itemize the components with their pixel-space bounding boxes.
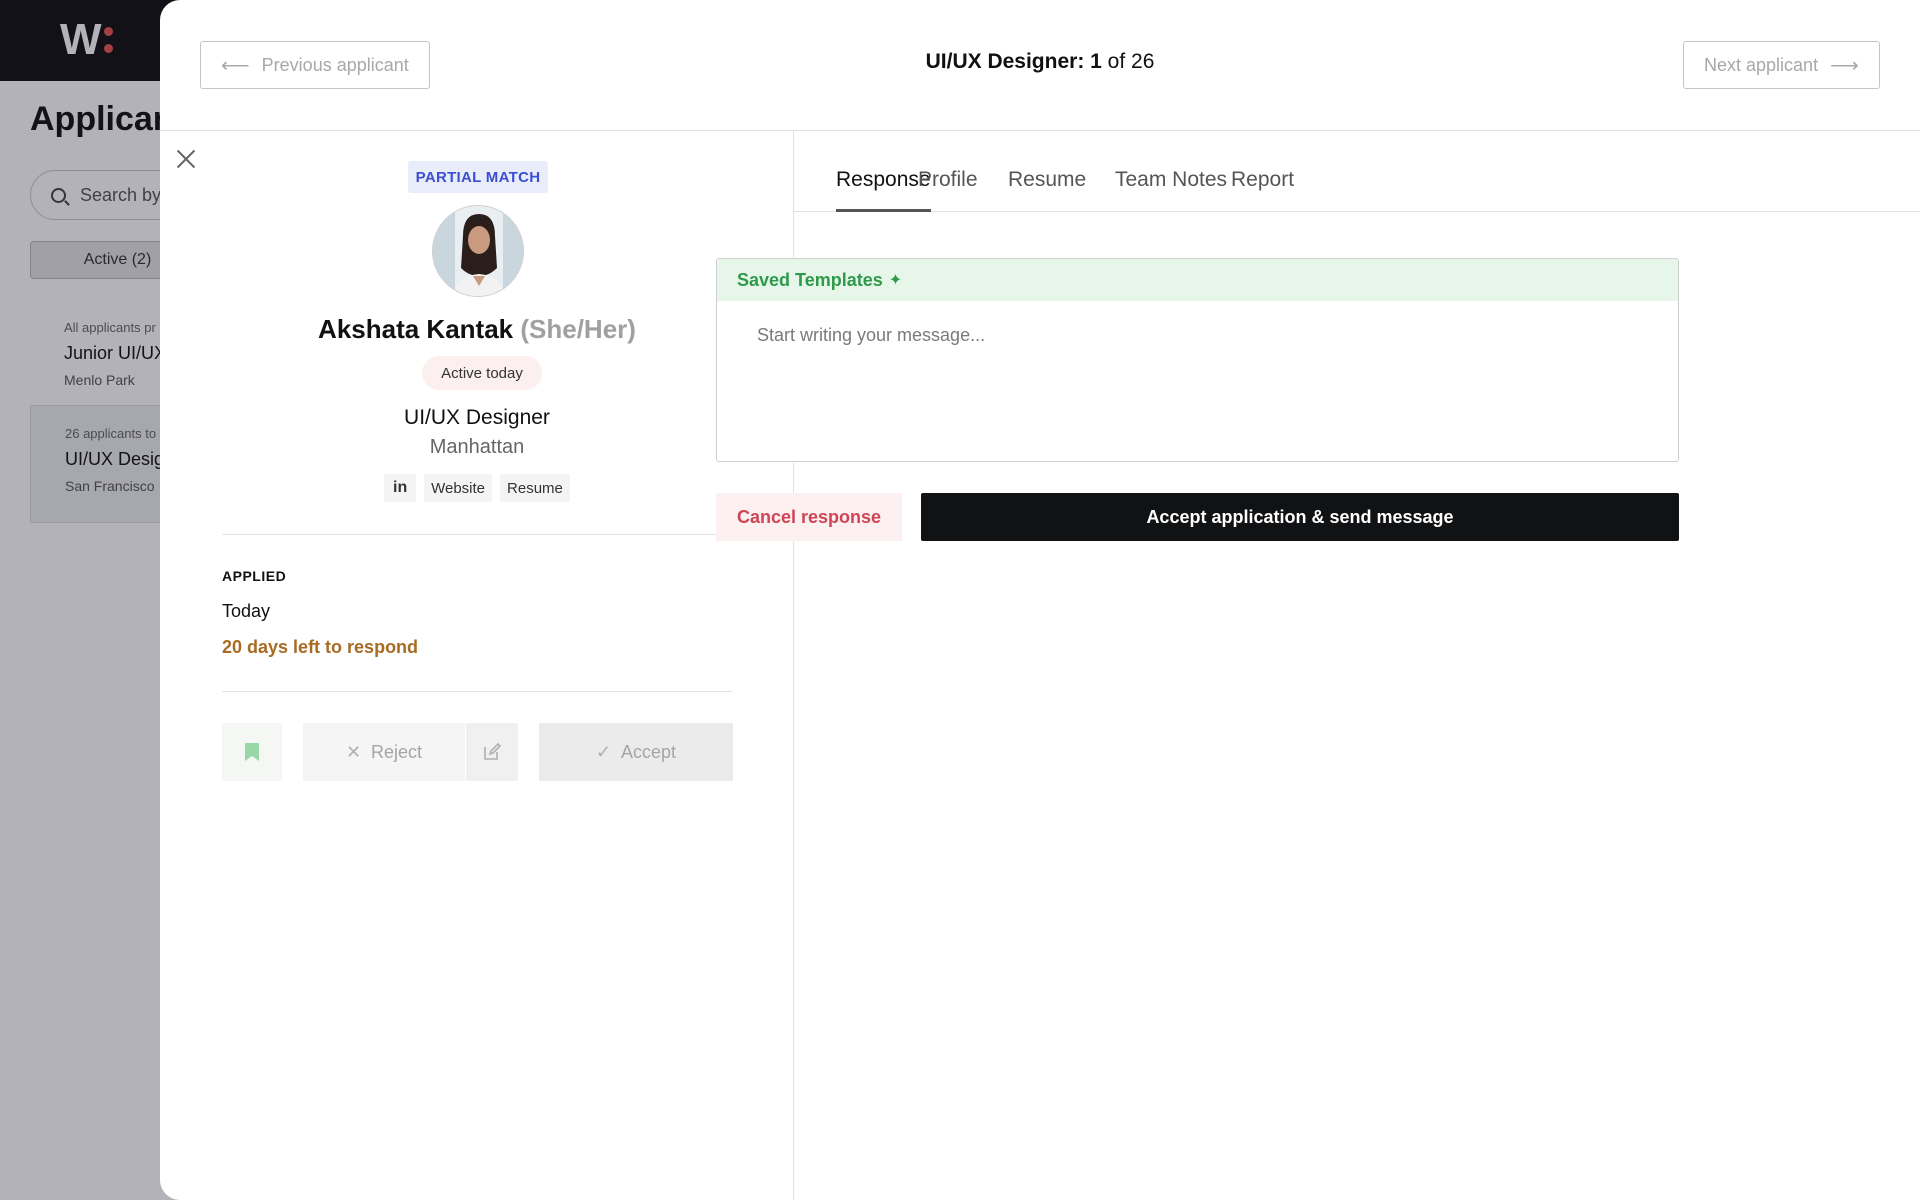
tab-response[interactable]: Response [836,168,931,212]
next-applicant-label: Next applicant [1704,54,1819,75]
bookmark-button[interactable] [222,723,282,781]
divider [222,534,732,535]
candidate-job-title: UI/UX Designer [404,406,550,429]
match-badge: PARTIAL MATCH [408,161,548,193]
accept-label: Accept [621,741,677,762]
website-link[interactable]: Website [424,474,493,502]
modal-header: ⟵ Previous applicant UI/UX Designer: 1 o… [160,0,1920,131]
tab-report[interactable]: Report [1231,168,1294,209]
candidate-links: in Website Resume [160,474,794,502]
sparkle-icon: ✦ [888,272,903,289]
candidate-pronouns: (She/Her) [520,314,636,344]
check-icon: ✓ [595,741,612,762]
applicant-counter-bold: UI/UX Designer: 1 [925,50,1102,73]
accept-button[interactable]: ✓ Accept [539,723,733,781]
avatar [432,205,524,297]
applicant-counter-rest: of 26 [1101,50,1155,73]
avatar-photo-icon [433,206,523,296]
linkedin-icon[interactable]: in [384,474,417,502]
edit-button[interactable] [466,723,518,781]
tab-resume[interactable]: Resume [1008,168,1086,209]
activity-badge: Active today [422,356,542,390]
saved-templates-label: Saved Templates [737,269,883,290]
applicant-modal: ⟵ Previous applicant UI/UX Designer: 1 o… [160,0,1920,1200]
cancel-response-button[interactable]: Cancel response [716,493,902,541]
arrow-right-icon: ⟶ [1830,54,1859,77]
saved-templates-button[interactable]: Saved Templates ✦ [717,259,1678,301]
days-left-to-respond: 20 days left to respond [222,637,419,657]
candidate-name-text: Akshata Kantak [318,314,514,344]
message-composer: Saved Templates ✦ [716,258,1679,462]
candidate-name: Akshata Kantak (She/Her) [160,314,794,345]
resume-link[interactable]: Resume [500,474,570,502]
tab-bar: Response Profile Resume Team Notes Repor… [794,131,1920,212]
edit-icon [484,742,502,760]
candidate-location: Manhattan [429,436,525,458]
next-applicant-button[interactable]: Next applicant ⟶ [1683,41,1880,89]
reject-button[interactable]: ✕ Reject [303,723,465,781]
reject-label: Reject [371,741,423,762]
divider [222,691,732,692]
applicant-counter: UI/UX Designer: 1 of 26 [160,50,1920,74]
message-input[interactable] [717,301,1678,461]
tab-team-notes[interactable]: Team Notes [1115,168,1227,209]
applied-date: Today [222,601,271,621]
bookmark-icon [245,743,259,761]
applied-label: APPLIED [222,568,287,584]
x-icon: ✕ [345,741,362,762]
tab-profile[interactable]: Profile [918,168,978,209]
candidate-panel: PARTIAL MATCH Akshata Kantak (She/Her) A… [160,131,794,1200]
accept-and-send-button[interactable]: Accept application & send message [921,493,1679,541]
